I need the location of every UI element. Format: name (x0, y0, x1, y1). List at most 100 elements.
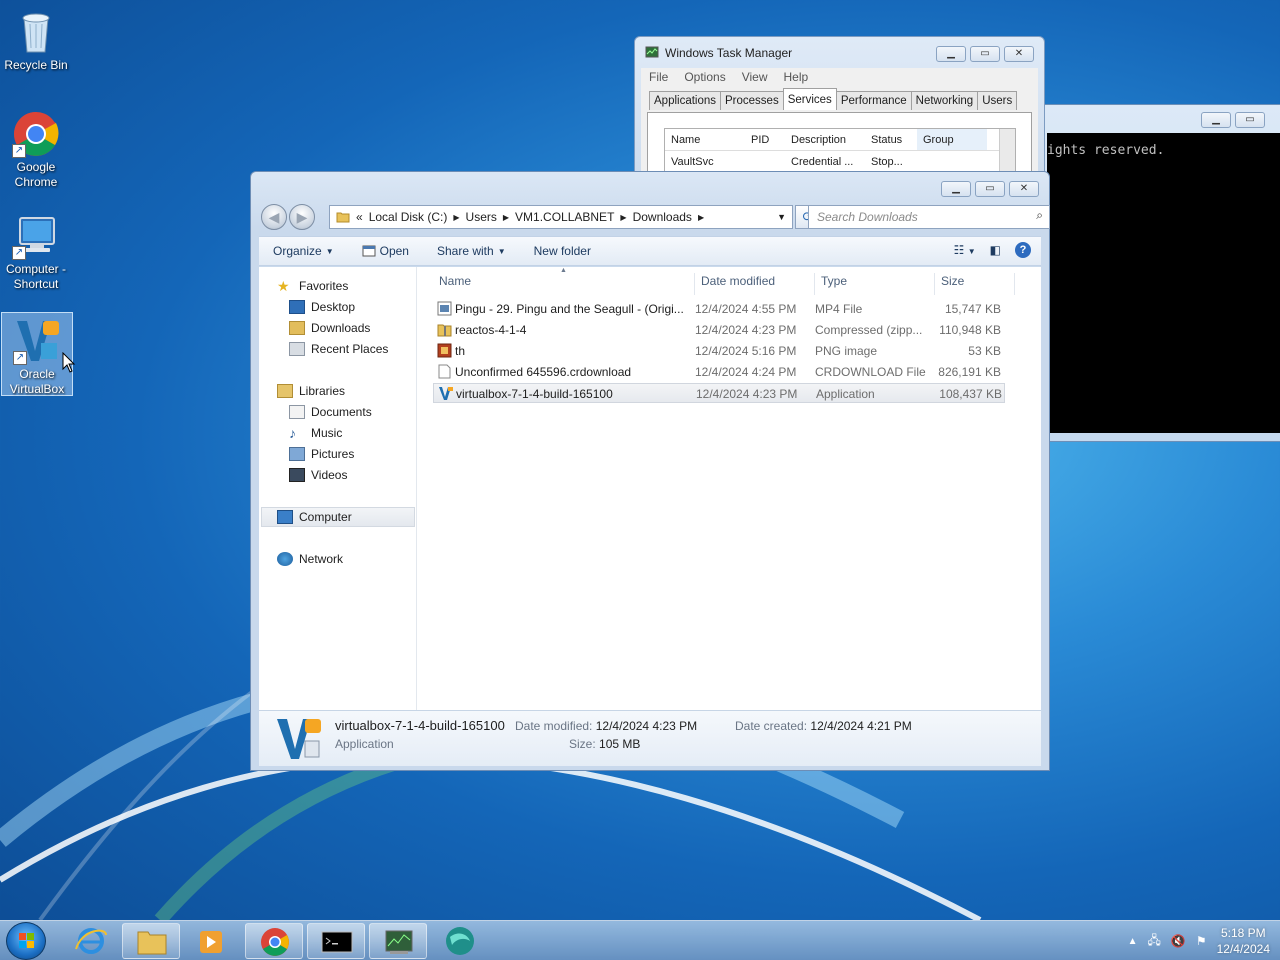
column-pid[interactable]: PID (745, 129, 785, 150)
file-row[interactable]: reactos-4-1-4 12/4/2024 4:23 PM Compress… (433, 320, 1005, 340)
column-header-name[interactable]: Name (433, 273, 695, 295)
explorer-content: ★ Favorites Desktop Downloads Recent Plac… (259, 267, 1041, 710)
nav-music[interactable]: ♪ Music (289, 426, 342, 440)
tab-networking[interactable]: Networking (910, 91, 979, 110)
new-folder-button[interactable]: New folder (520, 244, 605, 258)
start-button[interactable] (6, 922, 46, 960)
maximize-button[interactable]: ▭ (1235, 112, 1265, 128)
maximize-button[interactable]: ▭ (975, 181, 1005, 197)
show-hidden-icons-icon[interactable]: ▲ (1128, 936, 1138, 947)
breadcrumb-users[interactable]: Users (466, 210, 497, 224)
menu-view[interactable]: View (734, 68, 776, 88)
taskbar-google-chrome[interactable] (245, 923, 303, 959)
nav-desktop-label: Desktop (311, 300, 356, 314)
minimize-button[interactable]: ▁ (1201, 112, 1231, 128)
preview-pane-icon[interactable]: ◧ (990, 243, 1001, 257)
nav-documents[interactable]: Documents (289, 405, 372, 419)
breadcrumb-local-disk[interactable]: Local Disk (C:) (369, 210, 448, 224)
console-window[interactable]: ▁ ▭ ights reserved. (1030, 104, 1280, 442)
column-group[interactable]: Group (917, 129, 987, 150)
column-description[interactable]: Description (785, 129, 865, 150)
view-options-icon[interactable]: ☷ ▼ (954, 243, 976, 257)
volume-muted-icon[interactable]: 🔇 (1171, 934, 1186, 948)
file-row-selected[interactable]: virtualbox-7-1-4-build-165100 12/4/2024 … (433, 383, 1005, 403)
tab-users[interactable]: Users (977, 91, 1018, 110)
menu-file[interactable]: File (641, 68, 676, 88)
taskbar-command-prompt[interactable] (307, 923, 365, 959)
file-row[interactable]: th 12/4/2024 5:16 PM PNG image 53 KB (433, 341, 1005, 361)
nav-recent-places[interactable]: Recent Places (289, 342, 388, 356)
desktop-icon-recycle-bin[interactable]: Recycle Bin (0, 4, 72, 73)
taskbar-media-player[interactable] (182, 923, 240, 959)
close-button[interactable]: ✕ (1009, 181, 1039, 197)
file-row[interactable]: Pingu - 29. Pingu and the Seagull - (Ori… (433, 299, 1005, 319)
tab-performance[interactable]: Performance (835, 91, 912, 110)
breadcrumb-vm1-collabnet[interactable]: VM1.COLLABNET (515, 210, 614, 224)
forward-button[interactable]: ▶ (289, 204, 315, 230)
help-icon[interactable]: ? (1015, 242, 1031, 258)
breadcrumb-separator-icon[interactable]: ▶ (453, 213, 459, 222)
desktop-icon-computer-shortcut[interactable]: ↗ Computer - Shortcut (0, 208, 72, 292)
breadcrumb-separator-icon[interactable]: ▶ (503, 213, 509, 222)
nav-pictures[interactable]: Pictures (289, 447, 354, 461)
share-with-button[interactable]: Share with ▼ (423, 244, 520, 258)
maximize-button[interactable]: ▭ (970, 46, 1000, 62)
file-date: 12/4/2024 4:55 PM (695, 302, 797, 316)
nav-network[interactable]: Network (277, 552, 343, 566)
open-button[interactable]: Open (348, 244, 423, 258)
nav-computer[interactable]: Computer (277, 510, 352, 524)
services-scrollbar[interactable] (999, 129, 1015, 177)
address-bar[interactable]: « Local Disk (C:) ▶ Users ▶ VM1.COLLABNE… (329, 205, 793, 229)
file-size: 110,948 KB (939, 323, 1001, 337)
network-status-icon[interactable]: 🖧 (1148, 931, 1161, 952)
taskbar-internet-explorer[interactable] (62, 923, 120, 959)
back-button[interactable]: ◀ (261, 204, 287, 230)
explorer-window[interactable]: ▁ ▭ ✕ ◀ ▶ « Local Disk (C:) ▶ Users ▶ VM… (250, 171, 1050, 771)
virtualbox-icon: ↗ (13, 317, 61, 365)
blank-file-icon (438, 364, 451, 379)
column-name[interactable]: Name (665, 129, 745, 150)
column-header-type[interactable]: Type (815, 273, 935, 295)
service-row[interactable]: VaultSvc Credential ... Stop... (665, 151, 1015, 171)
taskbar-windows-explorer[interactable] (122, 923, 180, 959)
videos-icon (289, 468, 305, 482)
taskbar: ▲ 🖧 🔇 ⚑ 5:18 PM 12/4/2024 (0, 920, 1280, 960)
nav-libraries[interactable]: Libraries (277, 384, 345, 398)
taskbar-task-manager[interactable] (369, 923, 427, 959)
navigation-bar: ◀ ▶ « Local Disk (C:) ▶ Users ▶ VM1.COLL… (259, 202, 1050, 230)
close-button[interactable]: ✕ (1004, 46, 1034, 62)
search-input[interactable]: Search Downloads ⌕ (808, 205, 1050, 229)
nav-videos[interactable]: Videos (289, 468, 347, 482)
nav-recent-places-label: Recent Places (311, 342, 389, 356)
nav-desktop[interactable]: Desktop (289, 300, 355, 314)
details-file-name: virtualbox-7-1-4-build-165100 (335, 718, 505, 733)
nav-favorites[interactable]: ★ Favorites (277, 279, 348, 293)
minimize-button[interactable]: ▁ (936, 46, 966, 62)
organize-button[interactable]: Organize ▼ (259, 244, 348, 258)
tab-applications[interactable]: Applications (649, 91, 722, 110)
task-manager-window[interactable]: Windows Task Manager ▁ ▭ ✕ File Options … (634, 36, 1045, 179)
column-status[interactable]: Status (865, 129, 917, 150)
address-dropdown-icon[interactable]: ▼ (777, 212, 786, 222)
menu-options[interactable]: Options (676, 68, 733, 88)
nav-downloads[interactable]: Downloads (289, 321, 370, 335)
desktop-icon-google-chrome[interactable]: ↗ Google Chrome (0, 106, 72, 190)
taskbar-app-globe[interactable] (431, 923, 489, 959)
menu-help[interactable]: Help (776, 68, 817, 88)
breadcrumb-downloads[interactable]: Downloads (633, 210, 692, 224)
services-panel: Name PID Description Status Group VaultS… (647, 112, 1032, 179)
search-placeholder: Search Downloads (817, 210, 918, 224)
file-type: MP4 File (815, 302, 863, 316)
minimize-button[interactable]: ▁ (941, 181, 971, 197)
clock[interactable]: 5:18 PM 12/4/2024 (1217, 925, 1270, 957)
breadcrumb-separator-icon[interactable]: ▶ (620, 213, 626, 222)
file-row[interactable]: Unconfirmed 645596.crdownload 12/4/2024 … (433, 362, 1005, 382)
column-header-date-modified[interactable]: Date modified (695, 273, 815, 295)
action-center-flag-icon[interactable]: ⚑ (1196, 934, 1207, 948)
address-overflow[interactable]: « (356, 210, 363, 224)
column-header-size[interactable]: Size (935, 273, 1015, 295)
breadcrumb-separator-icon[interactable]: ▶ (698, 213, 704, 222)
tab-processes[interactable]: Processes (720, 91, 784, 110)
file-type: Application (816, 387, 875, 401)
tab-services[interactable]: Services (782, 88, 837, 110)
